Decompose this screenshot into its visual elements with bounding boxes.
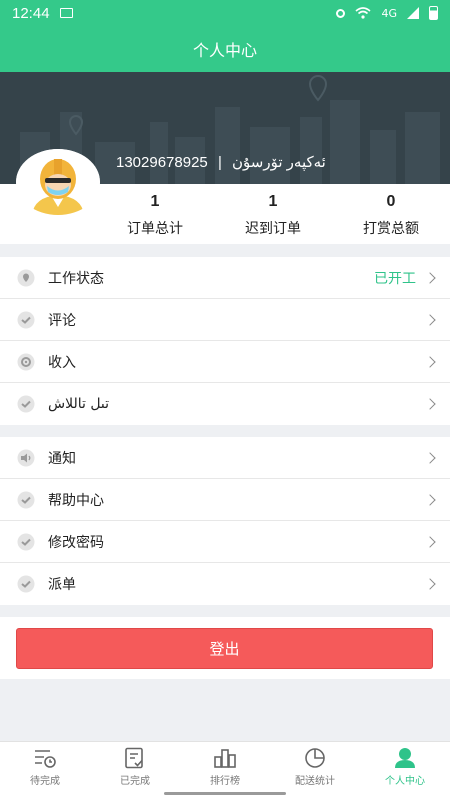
gallery-icon [59, 8, 73, 18]
menu-item-label: 评论 [48, 312, 76, 329]
menu-item-change-password[interactable]: 修改密码 [0, 521, 450, 563]
phone-number: 13029678925 [116, 154, 208, 171]
tab-label: 待完成 [30, 776, 60, 787]
tab-label: 配送统计 [295, 776, 335, 787]
profile-info: 13029678925 | ئەكپەر تۆرسۇن [116, 153, 326, 171]
menu-item-label: 工作状态 [48, 270, 104, 287]
location-icon [336, 8, 346, 18]
person-icon [392, 747, 418, 769]
menu-item-income[interactable]: 收入 [0, 341, 450, 383]
menu-item-reviews[interactable]: 评论 [0, 299, 450, 341]
stat-tips-total[interactable]: 0 打赏总额 [336, 192, 446, 238]
menu-item-label: 通知 [48, 450, 76, 467]
speaker-icon [16, 448, 36, 468]
bar-chart-icon [212, 747, 238, 769]
check-badge-icon [16, 490, 36, 510]
menu-item-label: 收入 [48, 354, 76, 371]
menu-group-work: 工作状态 已开工 评论 收入 تىل تاللاش [0, 257, 450, 425]
chevron-right-icon [424, 398, 436, 410]
menu-item-label: 修改密码 [48, 534, 104, 551]
stat-late-orders[interactable]: 1 迟到订单 [218, 192, 328, 238]
avatar[interactable] [16, 149, 100, 215]
stat-label: 订单总计 [127, 221, 183, 237]
tab-label: 排行榜 [210, 776, 240, 787]
chevron-right-icon [424, 451, 436, 464]
page-header: 个人中心 [0, 26, 450, 72]
check-badge-icon [16, 310, 36, 330]
logout-section: 登出 [0, 617, 450, 679]
work-status-value: 已开工 [374, 270, 416, 287]
tab-ranking[interactable]: 排行榜 [180, 742, 270, 788]
bottom-tab-bar: 待完成 已完成 排行榜 配送统计 个人中心 [0, 741, 450, 788]
chevron-right-icon [424, 535, 436, 548]
check-badge-icon [16, 574, 36, 594]
completed-doc-icon [122, 747, 148, 769]
menu-item-help-center[interactable]: 帮助中心 [0, 479, 450, 521]
signal-label: 4G [381, 6, 397, 20]
signal-icon [407, 7, 419, 19]
menu-item-label: تىل تاللاش [48, 396, 110, 412]
gear-icon [16, 352, 36, 372]
menu-group-settings: 通知 帮助中心 修改密码 派单 [0, 437, 450, 605]
tab-delivery-stats[interactable]: 配送统计 [270, 742, 360, 788]
chevron-right-icon [424, 355, 436, 368]
status-bar: 12:44 4G [0, 0, 450, 26]
stat-label: 迟到订单 [245, 221, 301, 237]
tab-label: 个人中心 [385, 776, 425, 787]
chevron-right-icon [424, 313, 436, 326]
tab-label: 已完成 [120, 776, 150, 787]
stat-total-orders[interactable]: 1 订单总计 [100, 192, 210, 238]
location-pin-icon [16, 268, 36, 288]
home-indicator-pill[interactable] [164, 792, 286, 795]
logout-button[interactable]: 登出 [16, 628, 433, 669]
tab-profile[interactable]: 个人中心 [360, 742, 450, 788]
driver-name: ئەكپەر تۆرسۇن [232, 154, 326, 171]
courier-avatar-icon [16, 149, 100, 215]
stat-value: 1 [268, 193, 278, 210]
pie-chart-icon [302, 747, 328, 769]
stat-value: 1 [150, 193, 160, 210]
tab-completed[interactable]: 已完成 [90, 742, 180, 788]
menu-item-label: 帮助中心 [48, 492, 104, 509]
stat-label: 打赏总额 [363, 221, 419, 237]
menu-item-dispatch[interactable]: 派单 [0, 563, 450, 605]
menu-item-label: 派单 [48, 577, 76, 593]
chevron-right-icon [424, 578, 436, 590]
status-time: 12:44 [12, 4, 50, 22]
status-icons: 4G [336, 6, 438, 20]
chevron-right-icon [424, 271, 436, 284]
menu-item-work-status[interactable]: 工作状态 已开工 [0, 257, 450, 299]
menu-item-notifications[interactable]: 通知 [0, 437, 450, 479]
check-badge-icon [16, 394, 36, 414]
home-indicator [0, 788, 450, 800]
pending-list-icon [32, 747, 58, 769]
chevron-right-icon [424, 493, 436, 506]
wifi-icon [355, 7, 371, 19]
page-title: 个人中心 [192, 41, 257, 60]
check-badge-icon [16, 532, 36, 552]
battery-icon [429, 6, 438, 20]
menu-item-language[interactable]: تىل تاللاش [0, 383, 450, 425]
stat-value: 0 [386, 193, 396, 210]
profile-separator: | [217, 154, 222, 171]
tab-pending[interactable]: 待完成 [0, 742, 90, 788]
